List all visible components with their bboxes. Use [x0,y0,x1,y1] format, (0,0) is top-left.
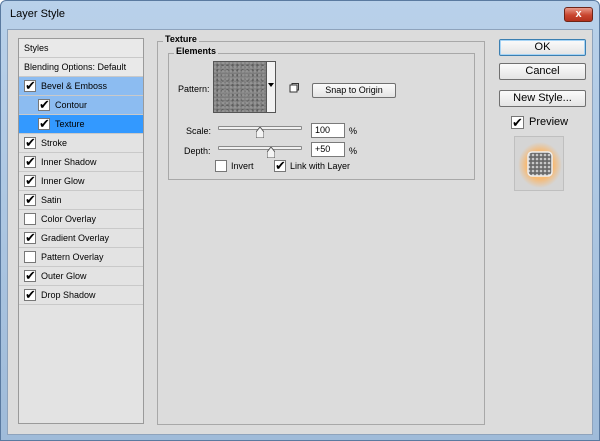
style-item-checkbox[interactable]: ✔ [24,268,36,283]
style-item-bevel-emboss[interactable]: ✔ Bevel & Emboss [19,77,143,96]
cancel-button[interactable]: Cancel [499,63,586,80]
checkmark-icon: ✔ [39,116,50,131]
checkmark-icon: ✔ [25,268,36,283]
style-item-checkbox[interactable] [24,251,36,263]
style-item-texture[interactable]: ✔ Texture [19,115,143,134]
elements-group-title: Elements [174,46,219,56]
link-with-layer-checkbox[interactable]: ✔ [274,158,286,173]
style-preview [514,136,564,191]
pattern-label: Pattern: [178,84,210,94]
checkmark-icon: ✔ [25,154,36,169]
title-bar: Layer Style x [1,1,599,27]
style-item-color-overlay[interactable]: Color Overlay [19,210,143,229]
style-item-checkbox[interactable]: ✔ [38,97,50,112]
texture-group-title: Texture [163,34,199,44]
style-item-label: Stroke [41,138,68,148]
style-preview-thumbnail [518,142,562,188]
preview-label: Preview [529,116,569,128]
style-item-inner-glow[interactable]: ✔ Inner Glow [19,172,143,191]
style-item-checkbox[interactable]: ✔ [24,78,36,93]
style-item-label: Color Overlay [41,214,97,224]
depth-unit: % [349,146,358,156]
invert-checkbox[interactable] [215,160,227,172]
styles-header[interactable]: Styles [19,39,143,58]
style-item-checkbox[interactable]: ✔ [24,230,36,245]
pattern-swatch[interactable] [213,61,267,113]
checkmark-icon: ✔ [275,158,286,173]
style-item-label: Texture [55,119,85,129]
style-item-label: Satin [41,195,62,205]
depth-slider-thumb[interactable] [266,147,275,158]
styles-header-label: Styles [24,43,49,53]
style-item-label: Contour [55,100,88,110]
close-icon: x [575,8,582,20]
checkmark-icon: ✔ [25,192,36,207]
close-button[interactable]: x [564,7,593,22]
depth-slider-track[interactable] [218,146,302,150]
style-item-label: Bevel & Emboss [41,81,108,91]
style-item-checkbox[interactable]: ✔ [24,287,36,302]
checkmark-icon: ✔ [512,115,523,130]
scale-input[interactable]: 100 [311,123,345,138]
style-item-checkbox[interactable]: ✔ [24,173,36,188]
style-item-checkbox[interactable]: ✔ [38,116,50,131]
style-item-stroke[interactable]: ✔ Stroke [19,134,143,153]
checkmark-icon: ✔ [25,78,36,93]
new-style-button[interactable]: New Style... [499,90,586,107]
invert-label: Invert [231,161,254,171]
style-item-outer-glow[interactable]: ✔ Outer Glow [19,267,143,286]
chevron-down-icon [268,83,274,87]
style-item-gradient-overlay[interactable]: ✔ Gradient Overlay [19,229,143,248]
styles-list: Styles Blending Options: Default ✔ Bevel … [18,38,144,424]
scale-unit: % [349,126,358,136]
style-item-inner-shadow[interactable]: ✔ Inner Shadow [19,153,143,172]
style-item-checkbox[interactable]: ✔ [24,135,36,150]
new-preset-icon[interactable] [289,83,299,93]
ok-button[interactable]: OK [499,39,586,56]
style-item-satin[interactable]: ✔ Satin [19,191,143,210]
preview-checkbox[interactable]: ✔ [511,115,524,130]
style-item-checkbox[interactable]: ✔ [24,154,36,169]
style-item-label: Pattern Overlay [41,252,104,262]
checkmark-icon: ✔ [25,135,36,150]
snap-to-origin-button[interactable]: Snap to Origin [312,83,396,98]
pattern-dropdown-button[interactable] [267,61,276,113]
style-item-label: Gradient Overlay [41,233,110,243]
depth-input[interactable]: +50 [311,142,345,157]
scale-label: Scale: [186,126,212,136]
style-item-label: Drop Shadow [41,290,96,300]
blending-options-item[interactable]: Blending Options: Default [19,58,143,77]
depth-label: Depth: [184,146,211,156]
blending-options-label: Blending Options: Default [24,62,127,72]
checkmark-icon: ✔ [25,287,36,302]
scale-slider-thumb[interactable] [256,127,264,138]
style-item-label: Inner Glow [41,176,85,186]
window-title: Layer Style [10,8,66,20]
layer-style-dialog: Layer Style x Styles Blending Options: D… [0,0,600,441]
style-item-checkbox[interactable] [24,213,36,225]
link-with-layer-label: Link with Layer [290,161,351,171]
style-item-label: Outer Glow [41,271,87,281]
checkmark-icon: ✔ [25,230,36,245]
style-item-checkbox[interactable]: ✔ [24,192,36,207]
style-item-drop-shadow[interactable]: ✔ Drop Shadow [19,286,143,305]
dialog-body: Styles Blending Options: Default ✔ Bevel … [7,29,593,435]
style-item-contour[interactable]: ✔ Contour [19,96,143,115]
style-item-label: Inner Shadow [41,157,97,167]
style-item-pattern-overlay[interactable]: Pattern Overlay [19,248,143,267]
checkmark-icon: ✔ [39,97,50,112]
checkmark-icon: ✔ [25,173,36,188]
